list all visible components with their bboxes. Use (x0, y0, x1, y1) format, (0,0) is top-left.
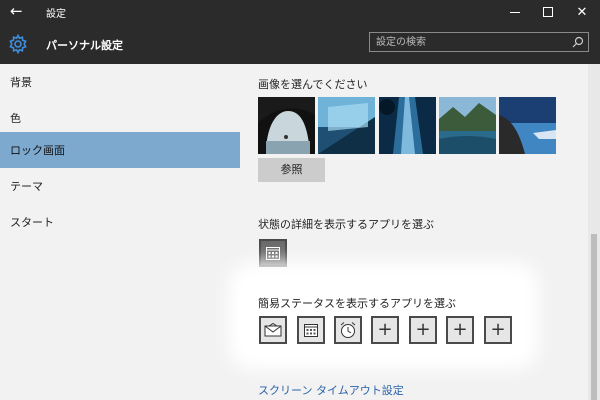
scrollbar[interactable] (588, 64, 600, 400)
window-title: 設定 (46, 9, 66, 20)
thumbnail-waterfall[interactable] (379, 97, 436, 154)
quick-status-add-button[interactable]: + (409, 316, 437, 344)
detailed-status-heading: 状態の詳細を表示するアプリを選ぶ (258, 218, 434, 231)
plus-icon: + (452, 319, 468, 340)
quick-status-add-button[interactable]: + (484, 316, 512, 344)
browse-button[interactable]: 参照 (258, 158, 325, 182)
thumbnail-coast[interactable] (499, 97, 556, 154)
alarm-clock-icon (340, 322, 356, 338)
plus-icon: + (415, 319, 431, 340)
screen-timeout-link[interactable]: スクリーン タイムアウト設定 (258, 382, 404, 398)
sidebar-item-themes[interactable]: テーマ (0, 168, 240, 204)
sidebar-item-label: テーマ (10, 180, 43, 193)
search-icon[interactable] (572, 36, 584, 48)
mail-icon (264, 323, 282, 337)
calendar-icon (304, 324, 318, 337)
sidebar-item-background[interactable]: 背景 (0, 64, 240, 100)
choose-image-heading: 画像を選んでください (258, 78, 368, 91)
quick-status-add-button[interactable]: + (371, 316, 399, 344)
sidebar-item-label: 色 (10, 112, 21, 125)
quick-status-heading: 簡易ステータスを表示するアプリを選ぶ (258, 297, 456, 310)
minimize-icon (510, 11, 520, 13)
thumbnail-window[interactable] (318, 97, 375, 154)
search-input[interactable] (370, 33, 566, 51)
thumbnail-lake[interactable] (439, 97, 496, 154)
search-box[interactable] (369, 32, 589, 52)
title-bar: ← 設定 ✕ (0, 0, 600, 24)
maximize-button[interactable] (532, 0, 564, 24)
close-button[interactable]: ✕ (566, 0, 598, 24)
sidebar-item-color[interactable]: 色 (0, 100, 240, 136)
scrollbar-thumb[interactable] (591, 234, 597, 400)
page-title: パーソナル設定 (46, 39, 123, 52)
back-arrow-icon[interactable]: ← (10, 2, 23, 20)
quick-status-calendar-button[interactable] (297, 316, 325, 344)
calendar-icon (266, 247, 280, 260)
sidebar-item-label: 背景 (10, 76, 32, 89)
sidebar: 背景 色 ロック画面 テーマ スタート (0, 64, 240, 400)
sidebar-item-lock-screen[interactable]: ロック画面 (0, 132, 240, 168)
close-icon: ✕ (576, 4, 588, 20)
gear-icon (9, 34, 27, 54)
detailed-status-calendar-button[interactable] (259, 239, 287, 267)
quick-status-mail-button[interactable] (259, 316, 287, 344)
minimize-button[interactable] (499, 0, 531, 24)
thumbnail-cave[interactable] (258, 97, 315, 154)
sidebar-item-label: ロック画面 (10, 144, 65, 157)
maximize-icon (543, 7, 553, 17)
main-content: 画像を選んでください 参照 状態の詳細を表示するアプリを選ぶ 簡易ステータスを表… (240, 64, 588, 400)
sidebar-item-label: スタート (10, 216, 54, 229)
plus-icon: + (377, 319, 393, 340)
page-header: パーソナル設定 (0, 24, 600, 64)
quick-status-add-button[interactable]: + (446, 316, 474, 344)
plus-icon: + (490, 319, 506, 340)
quick-status-alarm-button[interactable] (334, 316, 362, 344)
sidebar-item-start[interactable]: スタート (0, 204, 240, 240)
